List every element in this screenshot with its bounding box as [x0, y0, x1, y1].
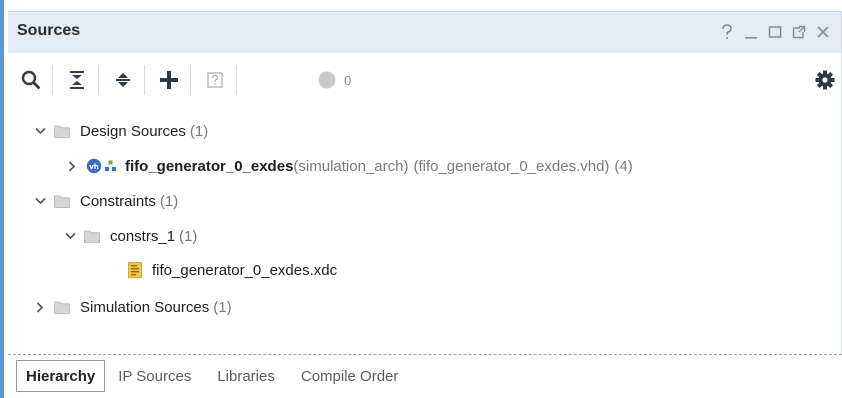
help-box-icon[interactable]	[202, 67, 228, 93]
folder-icon	[54, 195, 70, 208]
chevron-right-icon[interactable]	[66, 160, 78, 172]
tree-node-label: Constraints	[80, 192, 156, 210]
toolbar-separator	[98, 65, 99, 95]
tree-node-count: (1)	[189, 122, 209, 140]
gear-icon[interactable]	[812, 67, 838, 93]
window-controls	[715, 21, 835, 43]
top-module-file: (fifo_generator_0_exdes.vhd)	[413, 157, 610, 175]
vhdl-file-icon: vh	[86, 158, 103, 174]
sources-panel: Sources 0 Design Sources (1) vh fifo_gen…	[0, 0, 842, 398]
top-module-name: fifo_generator_0_exdes	[125, 157, 294, 175]
minimize-icon[interactable]	[739, 21, 763, 43]
add-icon[interactable]	[156, 67, 182, 93]
help-icon[interactable]	[715, 21, 739, 43]
top-module-count: (4)	[614, 157, 633, 175]
toolbar-separator	[236, 65, 237, 95]
tab-compile-order[interactable]: Compile Order	[288, 360, 412, 392]
status-circle-icon[interactable]	[314, 67, 340, 93]
status-count: 0	[344, 73, 352, 88]
maximize-icon[interactable]	[763, 21, 787, 43]
tree-node-xdc-file[interactable]: fifo_generator_0_exdes.xdc	[128, 255, 337, 285]
tree-node-constraints[interactable]: Constraints (1)	[34, 186, 178, 216]
collapse-all-icon[interactable]	[64, 67, 90, 93]
chevron-down-icon[interactable]	[34, 125, 46, 137]
tree-node-count: (1)	[213, 298, 232, 316]
tree-node-count: (1)	[179, 227, 198, 245]
search-icon[interactable]	[18, 67, 44, 93]
expand-all-icon[interactable]	[110, 67, 136, 93]
folder-icon	[54, 125, 70, 138]
tree-node-label: Design Sources	[80, 122, 186, 140]
sources-toolbar: 0	[8, 53, 842, 109]
xdc-file-icon	[128, 262, 142, 278]
panel-title: Sources	[17, 22, 81, 39]
bottom-tab-bar: Hierarchy IP Sources Libraries Compile O…	[8, 360, 411, 392]
tab-divider	[8, 354, 842, 355]
tree-node-count: (1)	[159, 192, 179, 210]
tree-node-top-module[interactable]: vh fifo_generator_0_exdes (simulation_ar…	[66, 151, 633, 181]
top-module-arch: (simulation_arch)	[293, 157, 409, 175]
toolbar-separator	[144, 65, 145, 95]
tree-node-label: constrs_1	[110, 227, 176, 245]
toolbar-separator	[52, 65, 53, 95]
close-icon[interactable]	[811, 21, 835, 43]
chevron-right-icon[interactable]	[34, 301, 46, 313]
chevron-down-icon[interactable]	[64, 230, 76, 242]
sources-tree: Design Sources (1) vh fifo_generator_0_e…	[8, 109, 842, 355]
tab-ip-sources[interactable]: IP Sources	[105, 360, 204, 392]
panel-title-bar: Sources	[8, 11, 842, 53]
folder-icon	[84, 230, 100, 243]
tree-node-label: Simulation Sources	[80, 298, 210, 316]
toolbar-separator	[190, 65, 191, 95]
tab-hierarchy[interactable]: Hierarchy	[16, 360, 106, 392]
tree-node-constrs-1[interactable]: constrs_1 (1)	[64, 221, 197, 251]
chevron-down-icon[interactable]	[34, 195, 46, 207]
tree-node-label: fifo_generator_0_exdes.xdc	[152, 261, 338, 279]
tab-libraries[interactable]: Libraries	[204, 360, 288, 392]
hierarchy-icon	[105, 160, 117, 172]
tree-node-design-sources[interactable]: Design Sources (1)	[34, 116, 208, 146]
float-icon[interactable]	[787, 21, 811, 43]
folder-icon	[54, 301, 70, 314]
svg-text:vh: vh	[89, 163, 99, 171]
tree-node-simulation-sources[interactable]: Simulation Sources (1)	[34, 292, 232, 322]
